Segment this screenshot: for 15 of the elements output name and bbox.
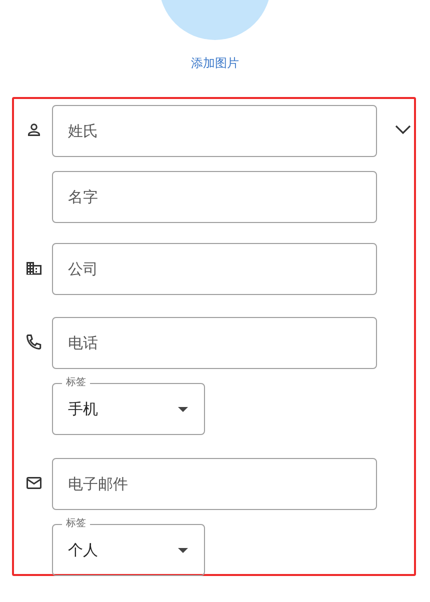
phone-icon	[25, 333, 43, 351]
dropdown-caret-icon	[178, 406, 188, 412]
select-value: 手机	[68, 398, 98, 420]
text-field[interactable]: 姓氏	[52, 105, 377, 157]
text-field[interactable]: 电子邮件	[52, 458, 377, 510]
mail-icon	[25, 474, 43, 492]
add-photo-link[interactable]: 添加图片	[191, 54, 239, 72]
text-field[interactable]: 公司	[52, 243, 377, 295]
text-field[interactable]: 名字	[52, 171, 377, 223]
person-icon	[25, 121, 43, 139]
select-value: 个人	[68, 540, 98, 561]
expand-chevron-icon[interactable]	[395, 125, 411, 135]
dropdown-caret-icon	[178, 548, 188, 552]
building-icon	[25, 259, 43, 277]
text-field[interactable]: 电话	[52, 317, 377, 369]
